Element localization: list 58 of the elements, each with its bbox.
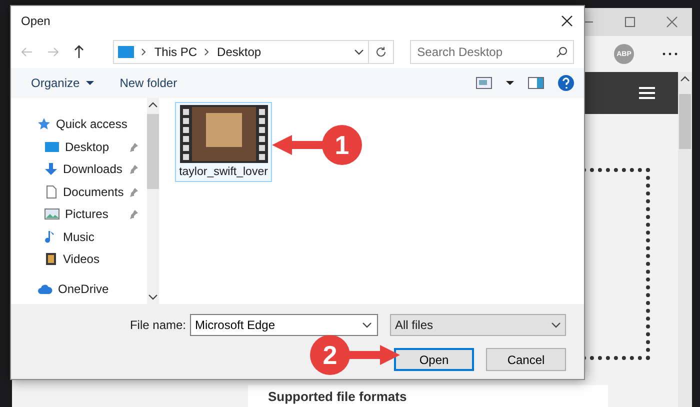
back-arrow-icon (21, 46, 33, 58)
nav-item[interactable]: Videos (11, 248, 147, 270)
video-thumbnail-icon (180, 105, 268, 163)
picture-icon (44, 207, 60, 222)
chevron-down-icon (551, 320, 561, 330)
address-bar[interactable]: This PC Desktop (113, 40, 369, 64)
down-arrow-icon (44, 162, 58, 176)
more-icon (662, 52, 678, 56)
scrollbar-thumb[interactable] (679, 94, 691, 149)
toolbar-button[interactable]: Organize (31, 74, 94, 92)
chevron-right-icon (204, 48, 210, 56)
monitor-icon (118, 46, 134, 58)
nav-item[interactable]: Desktop (11, 136, 147, 158)
preview-pane-icon (528, 77, 544, 89)
close-icon (560, 14, 574, 28)
chevron-right-icon (141, 48, 148, 56)
file-name-field[interactable]: Microsoft Edge (190, 314, 378, 336)
dialog-button[interactable]: Open (394, 348, 474, 371)
chevron-up-icon (148, 100, 158, 110)
view-icon (476, 77, 492, 89)
scrollbar[interactable] (146, 98, 159, 304)
refresh-icon (374, 46, 387, 58)
film-icon (44, 252, 58, 266)
nav-item[interactable]: Quick access (11, 113, 147, 136)
breadcrumb[interactable]: Desktop (217, 45, 262, 59)
dialog-button[interactable]: Cancel (486, 348, 566, 371)
search-icon (556, 46, 568, 58)
scrollbar-thumb[interactable] (146, 114, 159, 189)
maximize-icon (624, 16, 636, 28)
nav-item[interactable]: OneDrive (11, 278, 147, 300)
scrollbar[interactable] (678, 72, 692, 407)
menu-icon (638, 86, 656, 100)
dialog-title: Open (21, 14, 50, 28)
caret-icon (506, 80, 514, 86)
star-icon (37, 117, 51, 132)
caret-icon (86, 80, 94, 86)
document-icon (44, 184, 58, 199)
formats-label: Supported file formats (248, 385, 608, 407)
up-arrow-icon (73, 45, 85, 59)
file-item[interactable]: taylor_swift_lover (175, 102, 272, 182)
close-icon (666, 16, 678, 28)
chevron-down-icon (362, 320, 372, 330)
nav-item[interactable]: Pictures (11, 203, 147, 226)
nav-item[interactable]: Downloads (11, 158, 147, 180)
nav-item[interactable]: Music (11, 226, 147, 248)
file-type-dropdown[interactable]: All files (390, 314, 566, 336)
forward-arrow-icon (47, 46, 59, 58)
breadcrumb[interactable]: This PC (154, 45, 198, 59)
monitor-icon (44, 140, 60, 154)
chevron-down-icon (148, 292, 158, 302)
toolbar-button[interactable]: New folder (120, 74, 178, 92)
nav-item[interactable]: Documents (11, 180, 147, 203)
help-icon (558, 75, 574, 91)
search-field[interactable]: Search Desktop (410, 40, 574, 64)
chevron-down-icon (354, 47, 364, 57)
field-label: File name: (130, 318, 186, 332)
refresh-button[interactable] (368, 40, 394, 64)
chevron-up-icon (680, 74, 690, 84)
